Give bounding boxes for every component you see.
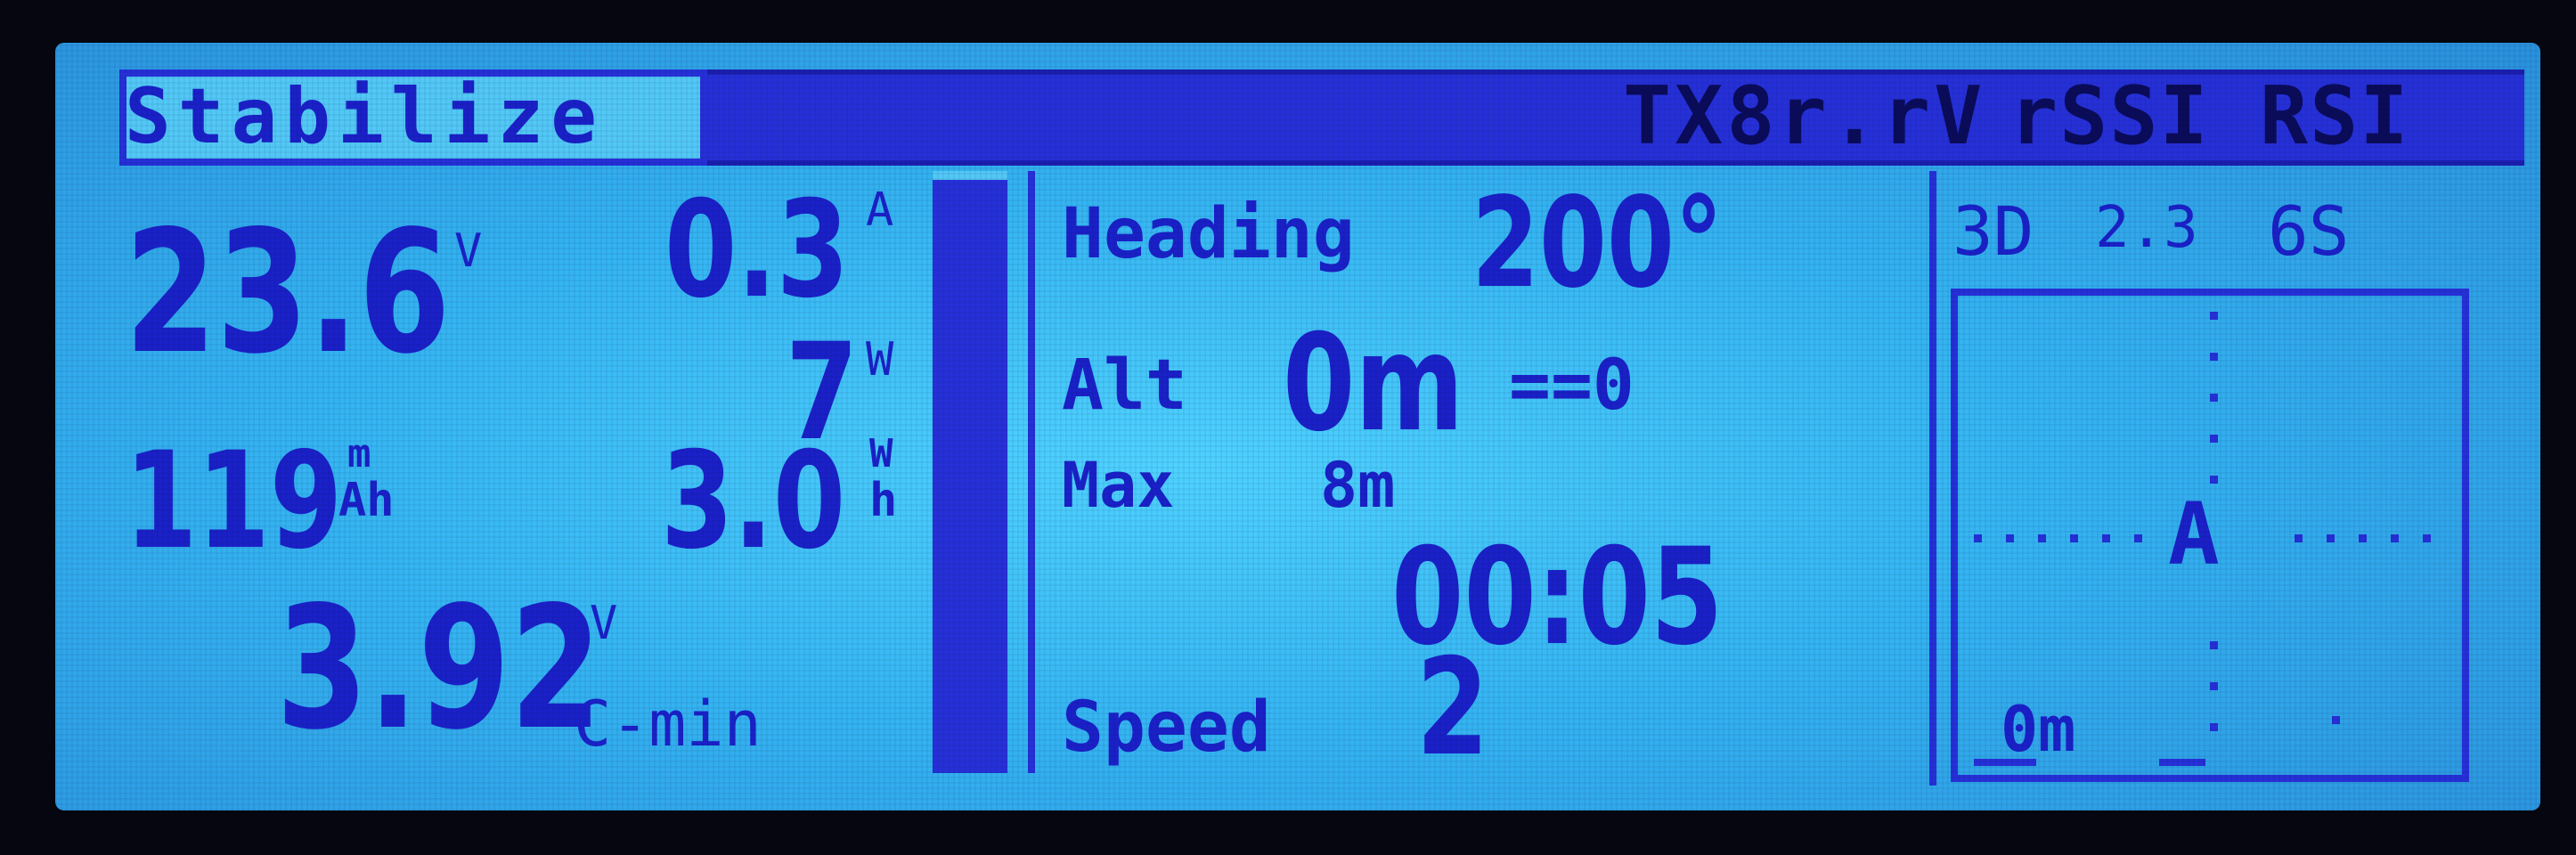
speed-value: 2	[1416, 631, 1489, 786]
energy-unit-top: W	[869, 431, 893, 476]
speed-label: Speed	[1062, 688, 1271, 768]
altitude-trend: ==0	[1509, 346, 1634, 426]
cell-voltage: 3.92	[276, 570, 602, 767]
battery-current: 0.3	[664, 173, 850, 328]
gps-hdop: 2.3	[2095, 195, 2198, 261]
altitude-label: Alt	[1062, 346, 1187, 426]
cell-voltage-label: C-min	[574, 688, 762, 761]
energy-unit-bottom: h	[869, 474, 898, 527]
heading-value: 200°	[1471, 171, 1724, 316]
lcd-screen: Stabilize TX8r.rV rSSI RSI 23.6 V 0.3 A …	[55, 43, 2540, 810]
home-radar: A 0m	[1951, 289, 2469, 782]
consumed-unit-top: m	[347, 431, 371, 476]
throttle-bar	[933, 171, 1007, 773]
consumed-unit-bottom: Ah	[338, 474, 395, 527]
current-unit: A	[866, 183, 894, 237]
energy: 3.0	[661, 424, 846, 579]
panel-divider	[1929, 171, 1936, 786]
throttle-level-marker	[933, 171, 1007, 180]
link-status: rSSI RSI	[2009, 69, 2410, 163]
home-arrow-icon: A	[2168, 484, 2220, 584]
cell-voltage-unit: V	[590, 597, 618, 650]
consumed-capacity: 119	[125, 424, 343, 579]
scale-marker	[2159, 759, 2205, 766]
max-altitude-value: 8m	[1320, 449, 1396, 522]
scale-marker	[1974, 759, 2036, 766]
battery-voltage: 23.6	[125, 194, 451, 391]
panel-divider	[1028, 171, 1035, 773]
gps-fix: 3D	[1952, 191, 2034, 271]
home-distance: 0m	[2001, 693, 2076, 766]
gps-satellites: 6S	[2268, 191, 2350, 271]
altitude-value: 0m	[1283, 306, 1464, 461]
telemetry-status: TX8r.rV	[1623, 69, 1986, 163]
power-unit: W	[866, 333, 894, 387]
heading-label: Heading	[1062, 194, 1355, 274]
flight-mode: Stabilize	[125, 72, 604, 161]
max-altitude-label: Max	[1062, 449, 1175, 522]
voltage-unit: V	[454, 224, 483, 278]
